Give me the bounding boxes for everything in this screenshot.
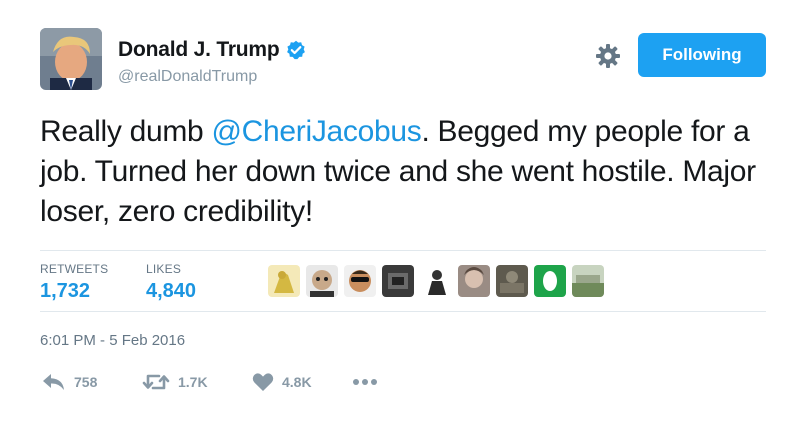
reply-button[interactable]: 758 [42,372,97,392]
divider [40,311,766,312]
liker-avatar[interactable] [420,265,452,297]
mention-link[interactable]: @CheriJacobus [211,115,421,148]
gear-icon[interactable] [595,43,621,69]
verified-badge-icon [286,40,305,60]
tweet-card: Donald J. Trump @realDonaldTrump Followi… [0,0,800,424]
retweet-count: 1.7K [178,374,208,390]
more-dots-icon [353,379,377,385]
like-button[interactable]: 4.8K [252,372,312,392]
tweet-timestamp[interactable]: 6:01 PM - 5 Feb 2016 [40,332,185,349]
liker-avatar[interactable] [306,265,338,297]
liker-avatar[interactable] [458,265,490,297]
liker-avatars [268,265,610,297]
retweets-label: RETWEETS [40,262,109,276]
liker-avatar[interactable] [534,265,566,297]
retweet-button[interactable]: 1.7K [142,372,208,392]
divider [40,250,766,251]
author-handle[interactable]: @realDonaldTrump [118,68,257,86]
author-avatar[interactable] [40,28,102,90]
likes-stat[interactable]: LIKES 4,840 [146,262,196,303]
heart-icon [252,373,274,391]
reply-icon [43,374,64,390]
likes-label: LIKES [146,262,182,276]
liker-avatar[interactable] [496,265,528,297]
tweet-text: Really dumb @CheriJacobus. Begged my peo… [40,112,775,232]
liker-avatar[interactable] [382,265,414,297]
following-button[interactable]: Following [638,33,766,77]
retweet-icon [142,374,170,390]
liker-avatar[interactable] [344,265,376,297]
retweets-value: 1,732 [40,280,91,302]
liker-avatar[interactable] [268,265,300,297]
like-count: 4.8K [282,374,312,390]
author-display-name[interactable]: Donald J. Trump [118,38,280,62]
avatar-image [40,28,102,90]
tweet-text-part: Really dumb [40,115,212,148]
liker-avatar[interactable] [572,265,604,297]
more-options-button[interactable] [352,372,378,392]
retweets-stat[interactable]: RETWEETS 1,732 [40,262,108,303]
likes-value: 4,840 [146,280,197,302]
reply-count: 758 [74,374,98,390]
author-name-row: Donald J. Trump [118,38,306,62]
